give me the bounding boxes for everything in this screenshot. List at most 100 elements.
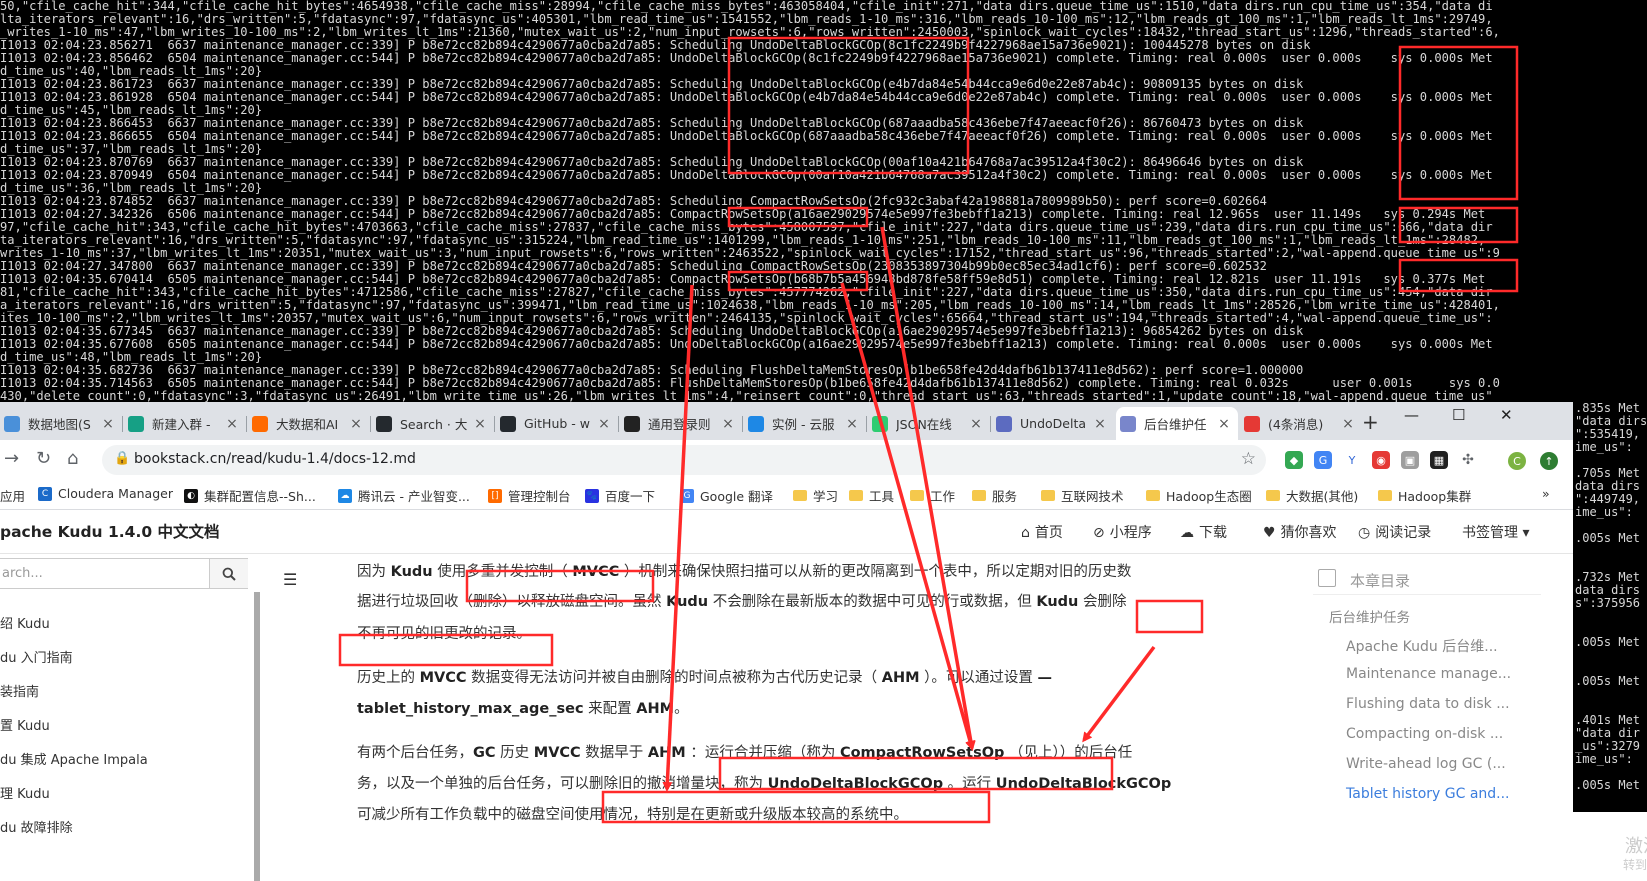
tab-0[interactable]: 数据地图(S × xyxy=(0,407,122,440)
toc-item[interactable]: Tablet history GC and... xyxy=(1346,786,1510,802)
extension-icon[interactable]: ▦ xyxy=(1430,451,1448,469)
close-tab-icon[interactable]: × xyxy=(1216,416,1232,432)
toc-item[interactable]: Apache Kudu 后台维... xyxy=(1346,636,1498,656)
bookmark-item[interactable]: 应用 xyxy=(0,486,25,505)
paragraph-line: 有两个后台任务，GC 历史 MVCC 数据早于 AHM ：运行合并压缩（称为 C… xyxy=(357,745,1133,761)
bookmark-item[interactable]: 互联网技术 xyxy=(1041,486,1124,505)
tab-3[interactable]: Search · 大 × xyxy=(372,407,494,440)
toc-item[interactable]: Write-ahead log GC (... xyxy=(1346,756,1506,772)
nav-item-0[interactable]: ⌂ 首页 xyxy=(1021,522,1063,542)
home-icon[interactable]: ⌂ xyxy=(67,448,78,469)
tab-label: UndoDelta xyxy=(1020,416,1087,431)
close-tab-icon[interactable]: × xyxy=(224,416,240,432)
bookmark-item[interactable]: 工具 xyxy=(849,486,894,505)
url-input[interactable]: 🔒 bookstack.cn/read/kudu-1.4/docs-12.md … xyxy=(102,445,1266,475)
tab-8[interactable]: UndoDelta × xyxy=(992,407,1114,440)
tab-separator xyxy=(494,416,495,432)
bookmark-item[interactable]: ☁ 腾讯云 - 产业智变... xyxy=(338,486,470,505)
bookmark-item[interactable]: 工作 xyxy=(910,486,955,505)
search-placeholder: arch... xyxy=(2,566,43,581)
bookmark-item[interactable]: 学习 xyxy=(793,486,838,505)
close-tab-icon[interactable]: × xyxy=(1092,416,1108,432)
bookmark-label: Cloudera Manager xyxy=(58,486,173,501)
json-icon xyxy=(872,415,888,432)
forward-icon[interactable]: → xyxy=(4,448,19,469)
toc-item[interactable]: Flushing data to disk ... xyxy=(1346,696,1510,712)
terminal-line: ime_us": xyxy=(1575,752,1633,766)
sidebar-scrollbar[interactable] xyxy=(254,592,260,881)
tab-separator xyxy=(122,416,123,432)
extension-icon[interactable]: ▣ xyxy=(1401,451,1419,469)
paragraph-line: 历史上的 MVCC 数据变得无法访问并被自由删除的时间点被称为古代历史记录（ A… xyxy=(357,670,1053,686)
tab-5[interactable]: 通用登录则 × xyxy=(620,407,742,440)
tab-9[interactable]: 后台维护任 × xyxy=(1116,407,1238,440)
close-tab-icon[interactable]: × xyxy=(968,416,984,432)
bookmark-item[interactable]: C Cloudera Manager xyxy=(38,486,173,501)
close-tab-icon[interactable]: × xyxy=(1340,416,1356,432)
bookmark-label: 百度一下 xyxy=(605,489,656,504)
folder-icon xyxy=(910,490,924,501)
address-bar: → ↻ ⌂ 🔒 bookstack.cn/read/kudu-1.4/docs-… xyxy=(0,440,1573,480)
bookmark-item[interactable]: Hadoop生态圈 xyxy=(1146,486,1252,505)
nav-item-4[interactable]: ◷ 阅读记录 xyxy=(1358,522,1431,542)
bookmark-star-icon[interactable]: ☆ xyxy=(1241,449,1256,469)
nav-item-1[interactable]: ⊘ 小程序 xyxy=(1093,522,1152,542)
bookmark-item[interactable]: 服务 xyxy=(972,486,1017,505)
bookmark-item[interactable]: Hadoop集群 xyxy=(1378,486,1471,505)
minimize-button[interactable]: — xyxy=(1404,406,1419,424)
tab-label: 数据地图(S xyxy=(28,417,91,432)
avatar[interactable]: C xyxy=(1508,452,1526,470)
terminal-window-right: .835s Met "data dirs ":535419, ime_us": .705… xyxy=(1573,402,1647,812)
bookmark-item[interactable]: 大数据(其他) xyxy=(1266,486,1358,505)
bookmark-item[interactable]: G Google 翻译 xyxy=(680,486,773,505)
tab-7[interactable]: JSON在线 × xyxy=(868,407,990,440)
site-title[interactable]: pache Kudu 1.4.0 中文文档 xyxy=(0,520,220,542)
bookmark-item[interactable]: 🐾 百度一下 xyxy=(585,486,655,505)
nav-item-3[interactable]: ♥ 猜你喜欢 xyxy=(1263,522,1337,542)
reload-icon[interactable]: ↻ xyxy=(36,448,51,469)
tab-10[interactable]: (4条消息) × xyxy=(1240,407,1362,440)
tab-1[interactable]: 新建入群 - × xyxy=(124,407,246,440)
terminal-line: ime_us": xyxy=(1575,440,1633,454)
close-tab-icon[interactable]: × xyxy=(720,416,736,432)
sidebar-item[interactable]: du 故障排除 xyxy=(0,817,73,836)
sidebar-item[interactable]: 绍 Kudu xyxy=(0,613,50,632)
tab-2[interactable]: 大数据和AI × xyxy=(248,407,370,440)
maximize-button[interactable]: ☐ xyxy=(1452,406,1465,424)
toc-item[interactable]: Compacting on-disk ... xyxy=(1346,726,1503,742)
nav-item-5[interactable]: 书签管理 ▾ xyxy=(1462,522,1529,542)
sidebar-item[interactable]: 置 Kudu xyxy=(0,715,50,734)
puzzle-icon[interactable]: ✣ xyxy=(1459,451,1477,469)
close-tab-icon[interactable]: × xyxy=(596,416,612,432)
tab-strip: + — ☐ ✕ 数据地图(S × 新建入群 - × 大数据和AI × Search · 大 ×… xyxy=(0,402,1573,440)
bookmark-item[interactable]: [] 管理控制台 xyxy=(488,486,571,505)
terminal-line: s":375956 xyxy=(1575,596,1641,610)
translate-icon[interactable]: G xyxy=(1314,451,1332,469)
nav-item-2[interactable]: ☁ 下载 xyxy=(1180,522,1227,542)
toc-section[interactable]: 后台维护任务 xyxy=(1329,606,1410,626)
menu-icon[interactable]: ☰ xyxy=(283,570,297,589)
close-tab-icon[interactable]: × xyxy=(472,416,488,432)
update-icon[interactable]: ↑ xyxy=(1540,452,1558,470)
extension-icon[interactable]: ◉ xyxy=(1372,451,1390,469)
toc-item[interactable]: Maintenance manage... xyxy=(1346,666,1511,682)
close-window-button[interactable]: ✕ xyxy=(1500,406,1513,424)
tab-6[interactable]: 实例 - 云服 × xyxy=(744,407,866,440)
bookmark-item[interactable]: ◐ 集群配置信息--Sh... xyxy=(184,486,316,505)
sidebar-item[interactable]: du 集成 Apache Impala xyxy=(0,749,148,768)
terminal-line: .005s Met xyxy=(1575,778,1641,792)
sidebar-item[interactable]: du 入门指南 xyxy=(0,647,73,666)
close-tab-icon[interactable]: × xyxy=(348,416,364,432)
search-button[interactable] xyxy=(209,559,248,588)
sidebar-item[interactable]: 理 Kudu xyxy=(0,783,50,802)
close-tab-icon[interactable]: × xyxy=(100,416,116,432)
folder-icon xyxy=(1146,490,1160,501)
new-tab-button[interactable]: + xyxy=(1362,410,1379,434)
tab-4[interactable]: GitHub - w × xyxy=(496,407,618,440)
close-tab-icon[interactable]: × xyxy=(844,416,860,432)
bookmarks-overflow-icon[interactable]: » xyxy=(1542,486,1550,501)
extension-icon[interactable]: Y xyxy=(1343,451,1361,469)
sidebar-item[interactable]: 装指南 xyxy=(0,681,39,700)
extension-icon[interactable]: ◆ xyxy=(1285,451,1303,469)
search-input[interactable]: arch... xyxy=(0,558,248,589)
